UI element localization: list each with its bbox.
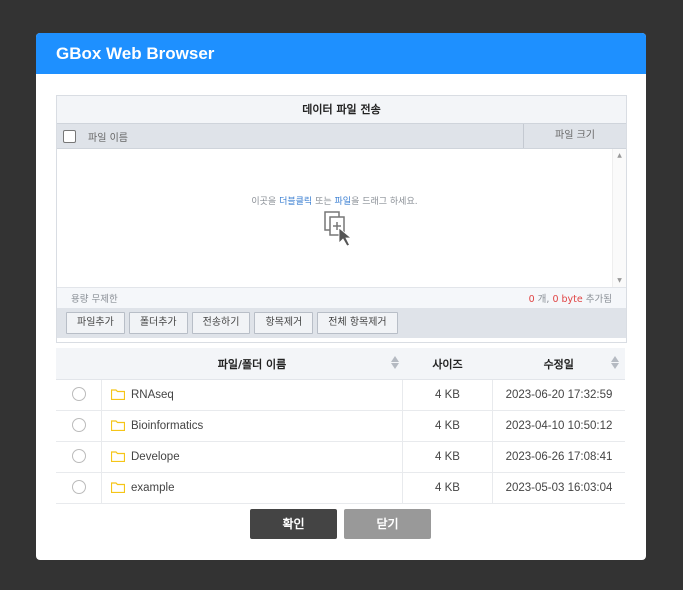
dialog-title: GBox Web Browser xyxy=(56,43,215,63)
row-name-cell[interactable]: Bioinformatics xyxy=(101,410,403,442)
row-name: Bioinformatics xyxy=(131,420,204,432)
select-column-header xyxy=(56,348,102,380)
dialog-header: GBox Web Browser xyxy=(36,33,646,74)
table-row[interactable]: Bioinformatics 4 KB 2023-04-10 10:50:12 xyxy=(56,410,625,442)
row-name-cell[interactable]: example xyxy=(101,472,403,504)
column-file-size[interactable]: 파일 크기 xyxy=(523,124,626,148)
close-button[interactable]: 닫기 xyxy=(344,509,431,539)
row-name: Develope xyxy=(131,451,180,463)
name-column-header[interactable]: 파일/폴더 이름 xyxy=(101,348,403,380)
scroll-up-icon[interactable]: ▲ xyxy=(613,152,626,159)
folder-icon xyxy=(111,451,125,462)
row-modified: 2023-06-26 17:08:41 xyxy=(492,441,625,473)
drop-zone-scrollbar[interactable]: ▲ ▼ xyxy=(612,149,626,287)
row-modified: 2023-04-10 10:50:12 xyxy=(492,410,625,442)
transfer-toolbar: 파일추가 폴더추가 전송하기 항목제거 전체 항목제거 xyxy=(57,308,626,338)
radio-icon[interactable] xyxy=(71,417,86,432)
row-select[interactable] xyxy=(56,379,102,411)
radio-icon[interactable] xyxy=(71,386,86,401)
row-select[interactable] xyxy=(56,410,102,442)
radio-icon[interactable] xyxy=(71,448,86,463)
row-size: 4 KB xyxy=(402,441,493,473)
confirm-button[interactable]: 확인 xyxy=(250,509,337,539)
row-name: RNAseq xyxy=(131,389,174,401)
drop-zone[interactable]: 이곳을 더블클릭 또는 파일을 드래그 하세요. ▲ ▼ xyxy=(57,149,626,287)
sort-icon[interactable] xyxy=(611,356,619,369)
sort-icon[interactable] xyxy=(390,356,399,369)
modified-column-header[interactable]: 수정일 xyxy=(492,348,625,380)
radio-icon[interactable] xyxy=(71,479,86,494)
row-name-cell[interactable]: Develope xyxy=(101,441,403,473)
file-table: 파일/폴더 이름 사이즈 수정일 RNAseq 4 KB 2023-06-20 17… xyxy=(56,348,625,504)
row-modified: 2023-05-03 16:03:04 xyxy=(492,472,625,504)
row-name: example xyxy=(131,482,175,494)
transfer-title: 데이터 파일 전송 xyxy=(57,96,626,123)
add-file-button[interactable]: 파일추가 xyxy=(66,312,125,334)
table-row[interactable]: RNAseq 4 KB 2023-06-20 17:32:59 xyxy=(56,379,625,411)
remove-item-button[interactable]: 항목제거 xyxy=(254,312,314,334)
row-select[interactable] xyxy=(56,472,102,504)
file-browser-dialog: GBox Web Browser 데이터 파일 전송 파일 이름 파일 크기 이… xyxy=(36,33,646,560)
select-all-checkbox[interactable] xyxy=(63,129,76,143)
remove-all-button[interactable]: 전체 항목제거 xyxy=(317,312,398,334)
row-name-cell[interactable]: RNAseq xyxy=(101,379,403,411)
table-row[interactable]: Develope 4 KB 2023-06-26 17:08:41 xyxy=(56,441,625,473)
upload-files-icon xyxy=(324,211,353,247)
capacity-bar: 용량 무제한 0 개, 0 byte 추가됨 xyxy=(57,287,626,308)
added-summary: 0 개, 0 byte 추가됨 xyxy=(528,294,612,305)
folder-icon xyxy=(111,482,125,493)
add-folder-button[interactable]: 폴더추가 xyxy=(128,312,188,334)
row-modified: 2023-06-20 17:32:59 xyxy=(492,379,625,411)
size-column-header[interactable]: 사이즈 xyxy=(402,348,493,380)
drop-zone-hint: 이곳을 더블클릭 또는 파일을 드래그 하세요. xyxy=(251,197,418,207)
capacity-label: 용량 무제한 xyxy=(71,294,118,305)
row-size: 4 KB xyxy=(402,410,493,442)
column-file-name[interactable]: 파일 이름 xyxy=(88,129,523,144)
table-row[interactable]: example 4 KB 2023-05-03 16:03:04 xyxy=(56,472,625,504)
scroll-down-icon[interactable]: ▼ xyxy=(613,277,626,284)
row-size: 4 KB xyxy=(402,472,493,504)
row-size: 4 KB xyxy=(402,379,493,411)
folder-icon xyxy=(111,420,125,431)
data-transfer-panel: 데이터 파일 전송 파일 이름 파일 크기 이곳을 더블클릭 또는 파일을 드래… xyxy=(56,95,627,343)
send-button[interactable]: 전송하기 xyxy=(191,312,251,334)
upload-list-header: 파일 이름 파일 크기 xyxy=(57,123,626,149)
folder-icon xyxy=(111,389,125,400)
row-select[interactable] xyxy=(56,441,102,473)
